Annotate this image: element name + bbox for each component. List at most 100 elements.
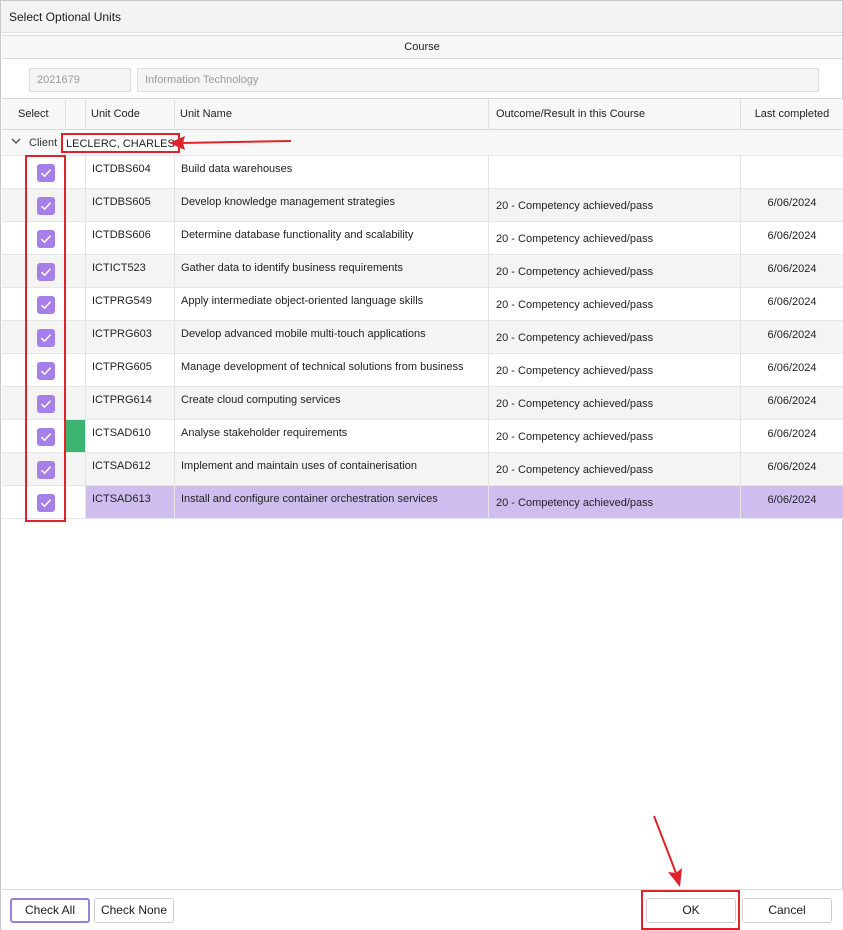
unit-outcome: 20 - Competency achieved/pass [489, 321, 741, 353]
group-label: Client [29, 137, 58, 149]
checkmark-icon [40, 466, 52, 475]
unit-outcome [489, 156, 741, 188]
unit-row[interactable]: ICTPRG605 Manage development of technica… [2, 354, 843, 399]
column-header-outcome[interactable]: Outcome/Result in this Course [489, 99, 741, 129]
checkmark-icon [40, 169, 52, 178]
column-header-indicator [66, 99, 86, 129]
course-section-header: Course [2, 35, 842, 59]
column-header-select[interactable]: Select [2, 99, 66, 129]
unit-name: Develop knowledge management strategies [175, 189, 489, 221]
unit-outcome: 20 - Competency achieved/pass [489, 354, 741, 386]
unit-row[interactable]: ICTSAD612 Implement and maintain uses of… [2, 453, 843, 486]
unit-outcome: 20 - Competency achieved/pass [489, 486, 741, 518]
unit-row[interactable]: ICTSAD610 Analyse stakeholder requiremen… [2, 420, 843, 453]
units-grid: Select Unit Code Unit Name Outcome/Resul… [2, 98, 843, 519]
unit-checkbox[interactable] [37, 395, 55, 413]
unit-checkbox[interactable] [37, 197, 55, 215]
unit-name: Build data warehouses [175, 156, 489, 188]
row-indicator [66, 420, 86, 452]
unit-name: Gather data to identify business require… [175, 255, 489, 287]
column-header-last-completed[interactable]: Last completed [741, 99, 843, 129]
unit-outcome: 20 - Competency achieved/pass [489, 189, 741, 221]
unit-code: ICTPRG549 [86, 288, 175, 320]
unit-code: ICTDBS604 [86, 156, 175, 188]
unit-checkbox[interactable] [37, 428, 55, 446]
unit-last-completed [741, 156, 843, 188]
unit-outcome: 20 - Competency achieved/pass [489, 387, 741, 419]
unit-checkbox[interactable] [37, 164, 55, 182]
unit-last-completed: 6/06/2024 [767, 230, 817, 242]
select-cell [2, 453, 66, 485]
column-header-unit-name[interactable]: Unit Name [175, 99, 489, 129]
select-cell [2, 189, 66, 221]
unit-last-completed: 6/06/2024 [767, 428, 817, 440]
unit-code: ICTDBS605 [86, 189, 175, 221]
checkmark-icon [40, 301, 52, 310]
unit-row[interactable]: ICTPRG603 Develop advanced mobile multi-… [2, 321, 843, 354]
unit-code: ICTSAD612 [86, 453, 175, 485]
cancel-button[interactable]: Cancel [742, 898, 832, 923]
unit-checkbox[interactable] [37, 494, 55, 512]
window-title: Select Optional Units [9, 10, 122, 24]
ok-button[interactable]: OK [646, 898, 736, 923]
unit-last-completed: 6/06/2024 [767, 461, 817, 473]
column-header-unit-code[interactable]: Unit Code [86, 99, 175, 129]
unit-last-completed: 6/06/2024 [767, 395, 817, 407]
annotation-arrow-icon [169, 136, 292, 150]
unit-row[interactable]: ICTDBS604 Build data warehouses [2, 156, 843, 189]
unit-row[interactable]: ICTPRG614 Create cloud computing service… [2, 387, 843, 420]
unit-name: Create cloud computing services [175, 387, 489, 419]
row-indicator [66, 321, 86, 353]
checkmark-icon [40, 400, 52, 409]
unit-checkbox[interactable] [37, 329, 55, 347]
select-cell [2, 354, 66, 386]
row-indicator [66, 453, 86, 485]
checkmark-icon [40, 202, 52, 211]
unit-last-completed: 6/06/2024 [767, 329, 817, 341]
client-group-row[interactable]: Client LECLERC, CHARLES [2, 130, 843, 156]
unit-outcome: 20 - Competency achieved/pass [489, 453, 741, 485]
select-optional-units-dialog: Select Optional Units Course 2021679 Inf… [0, 0, 843, 930]
checkmark-icon [40, 334, 52, 343]
unit-row[interactable]: ICTPRG549 Apply intermediate object-orie… [2, 288, 843, 321]
group-client-name: LECLERC, CHARLES [61, 133, 180, 153]
unit-code: ICTPRG603 [86, 321, 175, 353]
unit-checkbox[interactable] [37, 461, 55, 479]
unit-outcome: 20 - Competency achieved/pass [489, 288, 741, 320]
unit-outcome: 20 - Competency achieved/pass [489, 222, 741, 254]
row-indicator [66, 222, 86, 254]
row-indicator [66, 156, 86, 188]
unit-row[interactable]: ICTDBS605 Develop knowledge management s… [2, 189, 843, 222]
unit-name: Determine database functionality and sca… [175, 222, 489, 254]
unit-row[interactable]: ICTDBS606 Determine database functionali… [2, 222, 843, 255]
unit-checkbox[interactable] [37, 362, 55, 380]
unit-last-completed: 6/06/2024 [767, 494, 817, 506]
annotation-arrow-down-icon [653, 815, 682, 887]
row-indicator [66, 354, 86, 386]
unit-code: ICTPRG605 [86, 354, 175, 386]
check-all-button[interactable]: Check All [10, 898, 90, 923]
select-cell [2, 321, 66, 353]
chevron-down-icon[interactable] [10, 135, 22, 147]
row-indicator [66, 486, 86, 518]
select-cell [2, 420, 66, 452]
unit-checkbox[interactable] [37, 296, 55, 314]
row-indicator [66, 288, 86, 320]
unit-row[interactable]: ICTSAD613 Install and configure containe… [2, 486, 843, 519]
unit-checkbox[interactable] [37, 230, 55, 248]
course-code-field: 2021679 [29, 68, 131, 92]
title-bar: Select Optional Units [1, 1, 842, 33]
unit-code: ICTDBS606 [86, 222, 175, 254]
unit-code: ICTSAD610 [86, 420, 175, 452]
select-cell [2, 222, 66, 254]
row-indicator [66, 255, 86, 287]
unit-checkbox[interactable] [37, 263, 55, 281]
unit-row[interactable]: ICTICT523 Gather data to identify busine… [2, 255, 843, 288]
check-none-button[interactable]: Check None [94, 898, 174, 923]
unit-outcome: 20 - Competency achieved/pass [489, 420, 741, 452]
select-cell [2, 156, 66, 188]
checkmark-icon [40, 499, 52, 508]
unit-code: ICTPRG614 [86, 387, 175, 419]
grid-header: Select Unit Code Unit Name Outcome/Resul… [2, 98, 843, 130]
checkmark-icon [40, 367, 52, 376]
